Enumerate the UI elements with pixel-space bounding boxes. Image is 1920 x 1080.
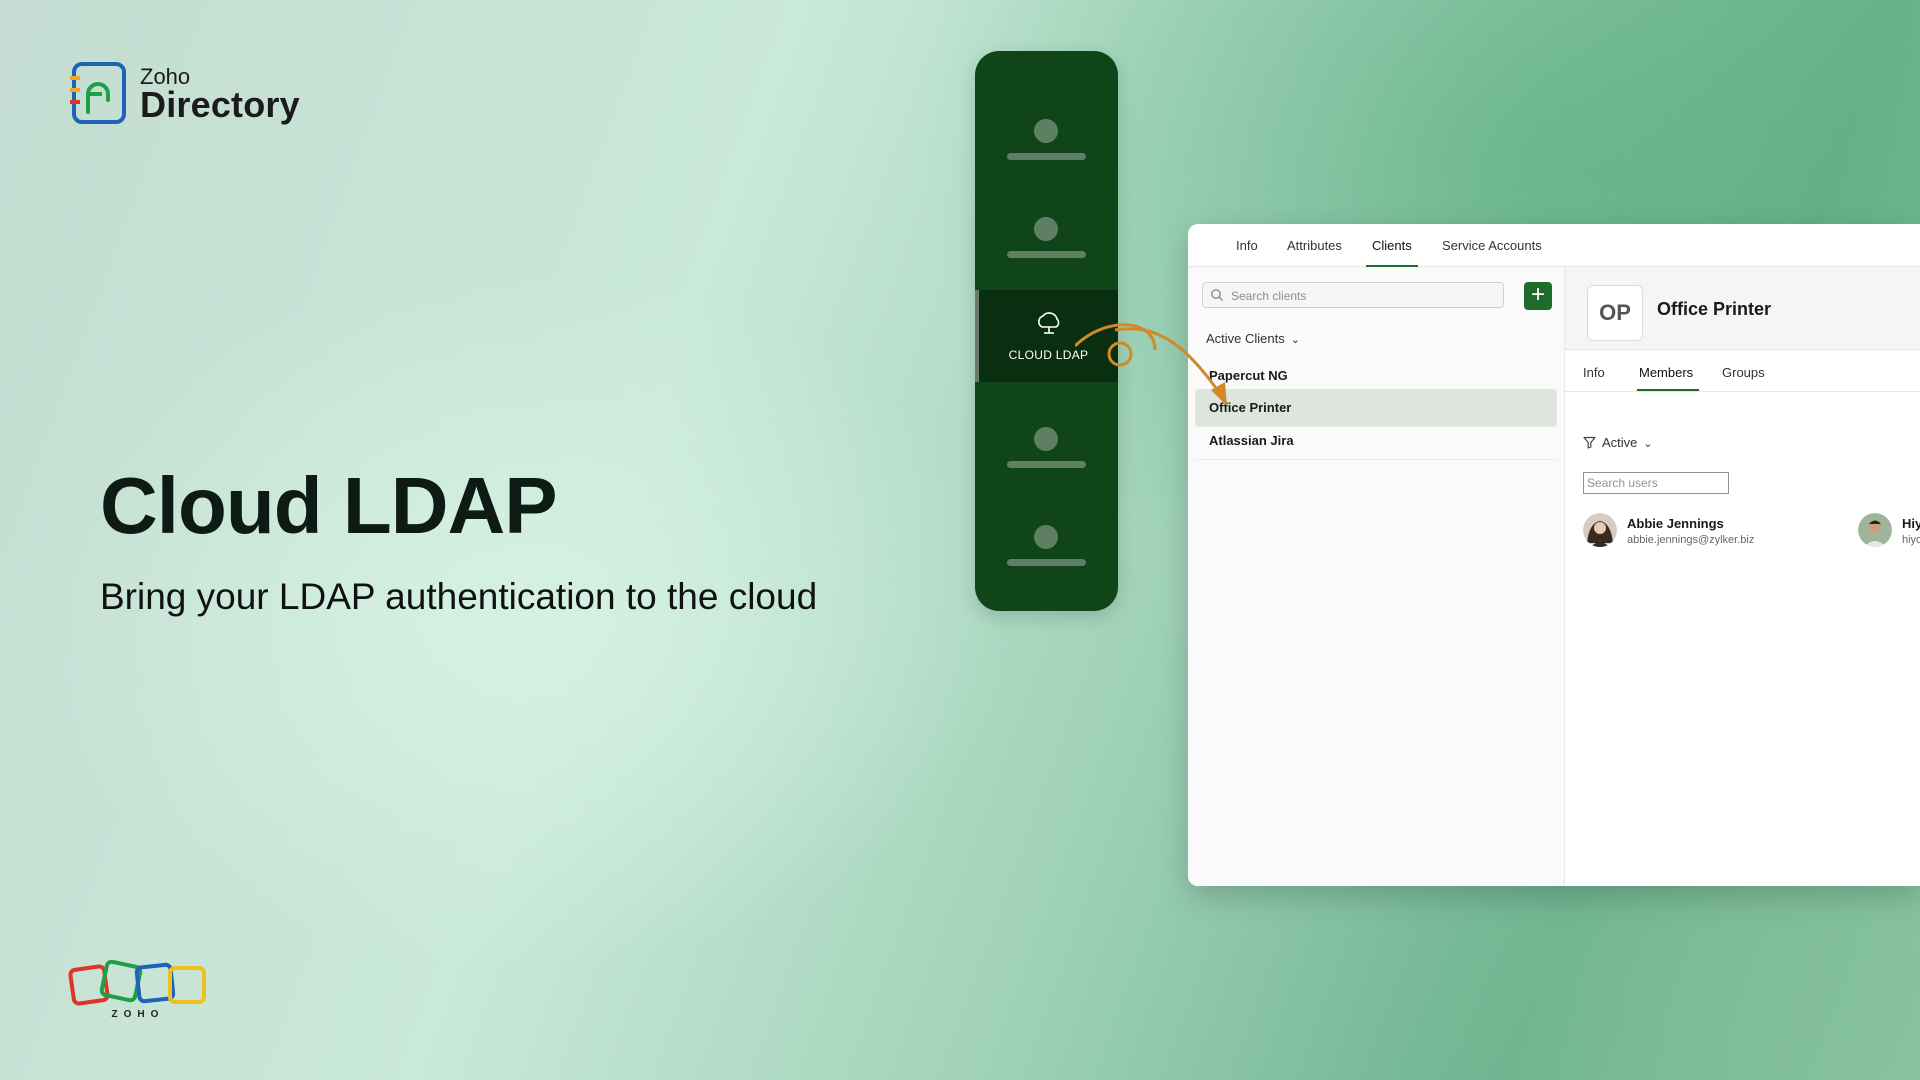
zoho-wordmark: ZOHO bbox=[112, 1009, 165, 1020]
add-client-button[interactable]: + bbox=[1524, 282, 1552, 310]
placeholder-bar bbox=[1007, 461, 1086, 468]
placeholder-bar bbox=[1007, 153, 1086, 160]
tab-info[interactable]: Info bbox=[1236, 238, 1258, 265]
placeholder-dot bbox=[1034, 119, 1058, 143]
cloud-icon bbox=[1038, 312, 1060, 334]
sidebar-item-placeholder[interactable] bbox=[975, 101, 1118, 197]
client-header: OP Office Printer bbox=[1565, 267, 1920, 350]
member-name: Abbie Jennings bbox=[1627, 516, 1724, 531]
member-email: abbie.jennings@zylker.biz bbox=[1627, 534, 1755, 546]
zoho-directory-logo: Zoho Directory bbox=[68, 60, 308, 130]
status-filter[interactable]: Active ⌄ bbox=[1583, 435, 1653, 450]
search-clients-input[interactable]: Search clients bbox=[1202, 282, 1504, 308]
tab-members[interactable]: Members bbox=[1637, 365, 1700, 391]
main-tabs: Info Attributes Clients Service Accounts bbox=[1188, 224, 1920, 267]
placeholder-dot bbox=[1034, 427, 1058, 451]
placeholder-bar bbox=[1007, 251, 1086, 258]
tab-groups[interactable]: Groups bbox=[1722, 365, 1765, 389]
member-email: hiyo bbox=[1902, 534, 1920, 546]
search-placeholder: Search clients bbox=[1231, 289, 1307, 303]
client-row[interactable]: Atlassian Jira bbox=[1195, 422, 1557, 460]
client-window: Info Attributes Clients Service Accounts… bbox=[1188, 224, 1920, 886]
placeholder-dot bbox=[1034, 525, 1058, 549]
hero-title: Cloud LDAP bbox=[100, 461, 558, 550]
client-name: Atlassian Jira bbox=[1209, 433, 1294, 448]
pointer-arrow-icon bbox=[1075, 323, 1227, 406]
client-avatar: OP bbox=[1587, 285, 1643, 341]
filter-icon bbox=[1583, 436, 1596, 449]
zoho-logo: ZOHO bbox=[68, 959, 208, 1020]
sidebar-item-placeholder[interactable] bbox=[975, 507, 1118, 603]
avatar bbox=[1583, 513, 1617, 547]
directory-logo-icon bbox=[70, 62, 126, 124]
member-name: Hiy bbox=[1902, 516, 1920, 531]
chevron-down-icon: ⌄ bbox=[1290, 334, 1300, 346]
hero-subtitle: Bring your LDAP authentication to the cl… bbox=[100, 576, 818, 617]
tab-detail-info[interactable]: Info bbox=[1583, 365, 1605, 389]
status-filter-label: Active bbox=[1602, 435, 1638, 450]
search-users-input[interactable]: Search users bbox=[1583, 472, 1729, 494]
client-detail-pane: OP Office Printer Info Members Groups Ac… bbox=[1565, 267, 1920, 886]
member-item[interactable]: Abbie Jennings abbie.jennings@zylker.biz bbox=[1583, 513, 1783, 553]
brand-product: Directory bbox=[140, 84, 300, 125]
chevron-down-icon: ⌄ bbox=[1643, 438, 1653, 450]
placeholder-dot bbox=[1034, 217, 1058, 241]
member-item[interactable]: Hiy hiyo bbox=[1858, 513, 1920, 553]
sidebar-item-placeholder[interactable] bbox=[975, 409, 1118, 505]
placeholder-bar bbox=[1007, 559, 1086, 566]
search-icon bbox=[1211, 289, 1223, 301]
zoho-logo-icon: ZOHO bbox=[68, 959, 206, 1020]
sidebar-item-placeholder[interactable] bbox=[975, 199, 1118, 295]
avatar bbox=[1858, 513, 1892, 547]
tab-clients[interactable]: Clients bbox=[1366, 238, 1418, 267]
tab-attributes[interactable]: Attributes bbox=[1287, 238, 1342, 265]
tab-service-accounts[interactable]: Service Accounts bbox=[1442, 238, 1542, 265]
detail-tabs: Info Members Groups bbox=[1565, 355, 1920, 392]
plus-icon: + bbox=[1530, 281, 1545, 308]
client-title: Office Printer bbox=[1657, 299, 1772, 319]
